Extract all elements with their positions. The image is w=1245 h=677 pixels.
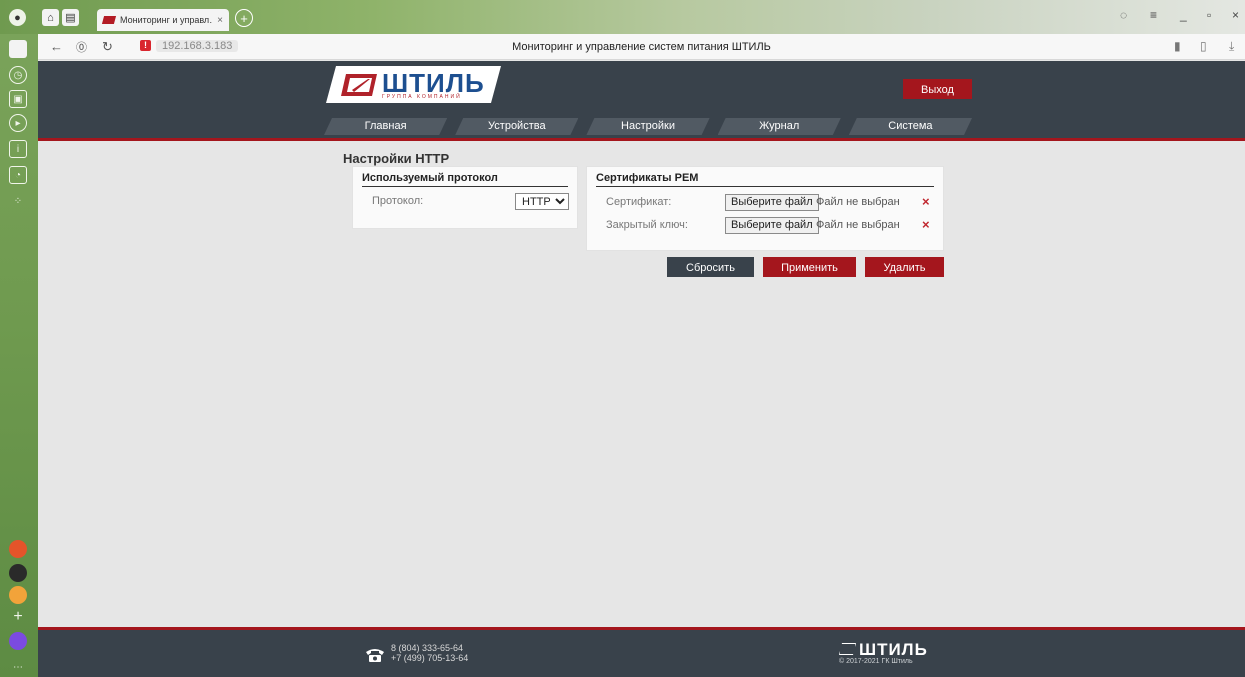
tab-title: Мониторинг и управл… [120,15,214,25]
site-footer: 8 (804) 333-65-64 +7 (499) 705-13-64 ШТИ… [38,627,1245,677]
divider [596,186,934,187]
notifications-icon[interactable] [9,40,27,58]
certificate-file-button[interactable]: Выберите файл [725,194,819,211]
footer-logo-mark-icon [839,643,856,655]
private-key-file-status: Файл не выбран [816,219,900,231]
page-title-bar: Мониторинг и управление систем питания Ш… [512,41,771,53]
nav-journal[interactable]: Журнал [718,118,841,135]
private-key-file-button[interactable]: Выберите файл [725,217,819,234]
shtil-logo[interactable]: ШТИЛЬ ГРУППА КОМПАНИЙ [326,66,501,103]
download-icon[interactable]: ⤓ [1229,39,1234,54]
pem-certificates-panel: Сертификаты PEM Сертификат: Выберите фай… [586,166,944,251]
protocol-panel-heading: Используемый протокол [362,172,498,184]
chat-icon[interactable]: ◔ [9,166,27,184]
protocol-select[interactable]: HTTP [515,193,569,210]
history-icon[interactable]: ◷ [9,66,27,84]
browser-tab-active[interactable]: Мониторинг и управл… × [97,9,229,31]
apps-grid-icon[interactable]: ⁘ [9,192,27,210]
logout-button[interactable]: Выход [903,79,972,99]
bookmarks-tab-icon[interactable]: ▤ [62,9,79,26]
assistant-app-icon[interactable] [9,632,27,650]
new-tab-button[interactable]: + [235,9,253,27]
page-title: Настройки HTTP [343,151,450,166]
add-app-icon[interactable]: + [9,608,27,626]
divider [362,186,568,187]
minimize-button[interactable]: _ [1180,8,1187,22]
private-key-remove-icon[interactable]: × [922,217,930,232]
restore-button[interactable]: ▫ [1207,8,1211,22]
certificate-label: Сертификат: [606,196,672,208]
close-window-button[interactable]: × [1232,8,1239,22]
browser-menu-icon[interactable]: ● [9,9,26,26]
footer-phone-1: 8 (804) 333-65-64 [391,643,464,653]
camera-app-icon[interactable] [9,564,27,582]
nav-settings[interactable]: Настройки [586,118,709,135]
more-icon[interactable]: ⋯ [9,658,27,676]
certificate-remove-icon[interactable]: × [922,194,930,209]
browser-tab-bar: ● ⌂ ▤ Мониторинг и управл… × + ◌ ≡ _ ▫ × [0,0,1245,34]
home-tab-icon[interactable]: ⌂ [42,9,59,26]
browser-sidebar: ◷ ▣ ▸ i ◔ ⁘ + ⋯ [0,34,38,677]
pem-panel-heading: Сертификаты PEM [596,172,699,184]
nav-system[interactable]: Система [849,118,972,135]
footer-brand: ШТИЛЬ [859,640,928,659]
reader-icon[interactable]: ▯ [1200,39,1207,53]
extensions-icon[interactable]: ◌ [1120,8,1127,22]
phone-icon [366,649,384,662]
main-nav: Главная Устройства Настройки Журнал Сист… [324,118,972,135]
delete-button[interactable]: Удалить [865,257,944,277]
certificate-file-status: Файл не выбран [816,196,900,208]
reset-button[interactable]: Сбросить [667,257,754,277]
apply-button[interactable]: Применить [763,257,856,277]
nav-home[interactable]: Главная [324,118,447,135]
private-key-label: Закрытый ключ: [606,219,688,231]
market-app-icon[interactable] [9,586,27,604]
notes-icon[interactable]: i [9,140,27,158]
protocol-panel: Используемый протокол Протокол: HTTP [352,166,578,229]
footer-phones: 8 (804) 333-65-64 +7 (499) 705-13-64 [391,643,468,663]
footer-phone-2: +7 (499) 705-13-64 [391,653,469,663]
logo-subtext: ГРУППА КОМПАНИЙ [382,94,462,100]
shtil-mark-icon [340,73,378,97]
nav-devices[interactable]: Устройства [455,118,578,135]
maps-app-icon[interactable] [9,540,27,558]
protocol-label: Протокол: [372,195,424,207]
browser-menu-lines-icon[interactable]: ≡ [1150,8,1157,22]
tab-close-icon[interactable]: × [217,15,223,26]
collections-icon[interactable]: ▣ [9,90,27,108]
play-icon[interactable]: ▸ [9,114,27,132]
address-bar: ← ⓪ ↻ ! 192.168.3.183 Мониторинг и управ… [38,34,1245,60]
bookmark-icon[interactable]: ▮ [1174,39,1181,53]
site-header: ШТИЛЬ ГРУППА КОМПАНИЙ Выход Главная Устр… [38,61,1245,141]
footer-logo: ШТИЛЬ © 2017-2021 ГК Штиль [839,640,928,665]
tab-favicon-icon [101,16,117,24]
